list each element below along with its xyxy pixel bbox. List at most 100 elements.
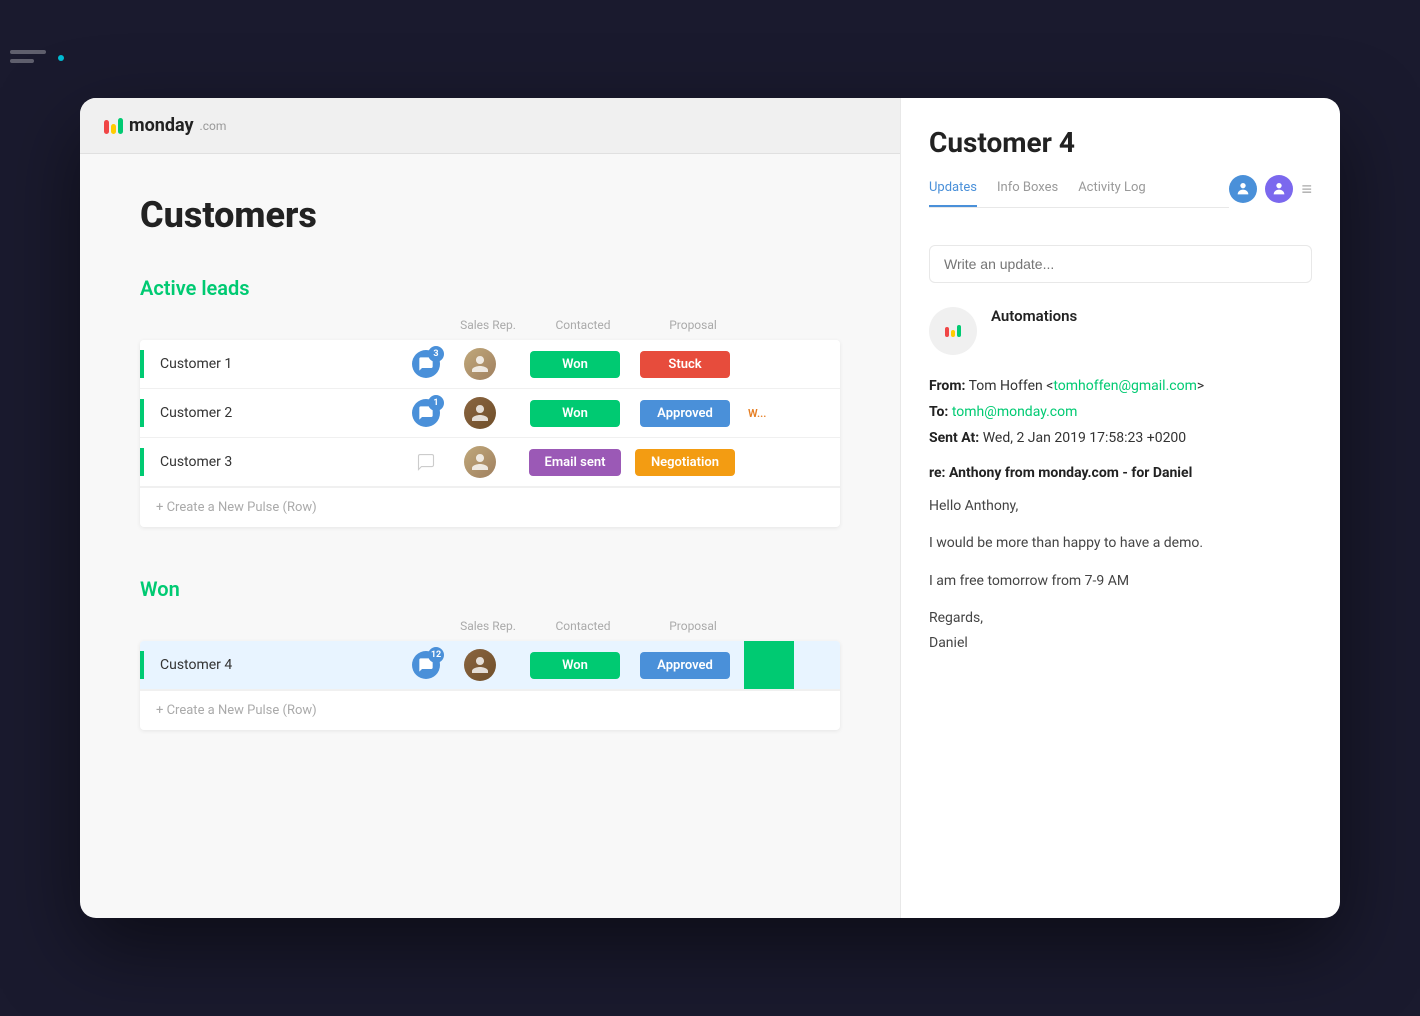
status-won-1: Won bbox=[530, 351, 620, 378]
email-body1: I would be more than happy to have a dem… bbox=[929, 531, 1312, 556]
col-header-contacted: Contacted bbox=[528, 312, 638, 338]
badge-count-2: 1 bbox=[428, 395, 444, 411]
create-row-won[interactable]: + Create a New Pulse (Row) bbox=[140, 690, 840, 730]
chat-badge-3[interactable] bbox=[412, 448, 440, 476]
detail-header: Customer 4 Updates Info Boxes Activity L… bbox=[901, 98, 1340, 213]
table-row[interactable]: Customer 1 3 bbox=[140, 340, 840, 389]
name-cell-4: Customer 4 12 bbox=[140, 651, 440, 679]
status-approved-2: Approved bbox=[640, 400, 730, 427]
badge-count-1: 3 bbox=[428, 346, 444, 362]
user-icon-blue[interactable] bbox=[1229, 175, 1257, 203]
avatar-4 bbox=[464, 649, 496, 681]
logo-suffix: .com bbox=[200, 119, 227, 133]
customer-name-4: Customer 4 bbox=[160, 657, 404, 673]
col-header-name-won bbox=[148, 613, 448, 639]
status-stuck-1: Stuck bbox=[640, 351, 730, 378]
contacted-cell-2: Won bbox=[520, 396, 630, 431]
detail-body: Automations From: Tom Hoffen <tomhoffen@… bbox=[901, 213, 1340, 918]
email-greeting: Hello Anthony, bbox=[929, 494, 1312, 519]
update-input[interactable] bbox=[929, 245, 1312, 283]
logo-text: monday bbox=[129, 115, 194, 136]
col-header-proposal-won: Proposal bbox=[638, 613, 748, 639]
detail-panel: Customer 4 Updates Info Boxes Activity L… bbox=[900, 98, 1340, 918]
proposal-cell-2: Approved bbox=[630, 396, 740, 431]
col-header-contacted-won: Contacted bbox=[528, 613, 638, 639]
create-row-active[interactable]: + Create a New Pulse (Row) bbox=[140, 487, 840, 527]
chat-badge-1[interactable]: 3 bbox=[412, 350, 440, 378]
avatar-icon[interactable] bbox=[1265, 175, 1293, 203]
tab-updates[interactable]: Updates bbox=[929, 180, 977, 207]
customer-name-3: Customer 3 bbox=[160, 454, 404, 470]
automations-text: Automations bbox=[991, 307, 1077, 325]
extra-cell-1 bbox=[740, 356, 800, 372]
monday-logo: monday .com bbox=[104, 115, 226, 136]
email-body2: I am free tomorrow from 7-9 AM bbox=[929, 569, 1312, 594]
avatar-3 bbox=[464, 446, 496, 478]
email-signature: Daniel bbox=[929, 631, 1312, 656]
from-name: Tom Hoffen bbox=[969, 378, 1043, 394]
board-title: Customers bbox=[140, 194, 840, 236]
avatar-cell-1 bbox=[440, 340, 520, 388]
col-header-extra bbox=[748, 312, 808, 338]
active-leads-title: Active leads bbox=[140, 276, 840, 300]
automations-logo bbox=[929, 307, 977, 355]
avatar-cell-2 bbox=[440, 389, 520, 437]
board-panel: monday .com Customers Active leads Sales … bbox=[80, 98, 900, 918]
badge-count-4: 12 bbox=[428, 647, 444, 663]
status-email-3: Email sent bbox=[529, 449, 622, 476]
email-content: From: Tom Hoffen <tomhoffen@gmail.com> T… bbox=[929, 375, 1312, 656]
email-from: From: Tom Hoffen <tomhoffen@gmail.com> bbox=[929, 375, 1312, 399]
won-table: Customer 4 12 bbox=[140, 641, 840, 730]
avatar-1 bbox=[464, 348, 496, 380]
email-to: To: tomh@monday.com bbox=[929, 401, 1312, 425]
name-cell-3: Customer 3 bbox=[140, 448, 440, 476]
customer-name-2: Customer 2 bbox=[160, 405, 404, 421]
proposal-cell-3: Negotiation bbox=[630, 445, 740, 480]
extra-cell-4 bbox=[744, 641, 794, 689]
to-label: To: bbox=[929, 404, 948, 420]
won-title: Won bbox=[140, 577, 840, 601]
email-body: Hello Anthony, I would be more than happ… bbox=[929, 494, 1312, 656]
detail-tabs: Updates Info Boxes Activity Log bbox=[929, 180, 1229, 208]
table-row[interactable]: Customer 3 bbox=[140, 438, 840, 487]
table-row[interactable]: Customer 4 12 bbox=[140, 641, 840, 690]
sent-date: Wed, 2 Jan 2019 17:58:23 +0200 bbox=[983, 430, 1186, 446]
contacted-cell-4: Won bbox=[520, 648, 630, 683]
tab-icons: ≡ bbox=[1229, 175, 1312, 213]
chat-badge-2[interactable]: 1 bbox=[412, 399, 440, 427]
col-header-salesrep-won: Sales Rep. bbox=[448, 613, 528, 639]
email-sent: Sent At: Wed, 2 Jan 2019 17:58:23 +0200 bbox=[929, 427, 1312, 451]
name-cell-1: Customer 1 3 bbox=[140, 350, 440, 378]
email-subject: re: Anthony from monday.com - for Daniel bbox=[929, 462, 1312, 486]
extra-cell-2: W... bbox=[740, 399, 800, 428]
col-headers-active: Sales Rep. Contacted Proposal bbox=[140, 312, 840, 338]
chat-badge-4[interactable]: 12 bbox=[412, 651, 440, 679]
avatar-cell-4 bbox=[440, 641, 520, 689]
extra-cell-3 bbox=[740, 454, 800, 470]
contacted-cell-1: Won bbox=[520, 347, 630, 382]
status-won-2: Won bbox=[530, 400, 620, 427]
col-header-salesrep: Sales Rep. bbox=[448, 312, 528, 338]
tab-info-boxes[interactable]: Info Boxes bbox=[997, 180, 1058, 207]
status-negotiation-3: Negotiation bbox=[635, 449, 735, 476]
col-headers-won: Sales Rep. Contacted Proposal bbox=[140, 613, 840, 639]
chat-icon-3 bbox=[412, 448, 440, 476]
avatar-2 bbox=[464, 397, 496, 429]
tab-activity-log[interactable]: Activity Log bbox=[1078, 180, 1146, 207]
status-approved-4: Approved bbox=[640, 652, 730, 679]
detail-title: Customer 4 bbox=[929, 126, 1312, 159]
won-section: Won Sales Rep. Contacted Proposal Custom… bbox=[140, 577, 840, 730]
active-leads-section: Active leads Sales Rep. Contacted Propos… bbox=[140, 276, 840, 527]
contacted-cell-3: Email sent bbox=[520, 445, 630, 480]
table-row[interactable]: Customer 2 1 bbox=[140, 389, 840, 438]
col-header-proposal: Proposal bbox=[638, 312, 748, 338]
menu-icon[interactable]: ≡ bbox=[1301, 179, 1312, 200]
from-email-link[interactable]: tomhoffen@gmail.com bbox=[1053, 378, 1197, 394]
to-email-link[interactable]: tomh@monday.com bbox=[952, 404, 1078, 420]
customer-name-1: Customer 1 bbox=[160, 356, 404, 372]
sent-label: Sent At: bbox=[929, 430, 979, 446]
from-label: From: bbox=[929, 378, 965, 394]
avatar-cell-3 bbox=[440, 438, 520, 486]
proposal-cell-1: Stuck bbox=[630, 347, 740, 382]
automations-card: Automations bbox=[929, 307, 1312, 355]
